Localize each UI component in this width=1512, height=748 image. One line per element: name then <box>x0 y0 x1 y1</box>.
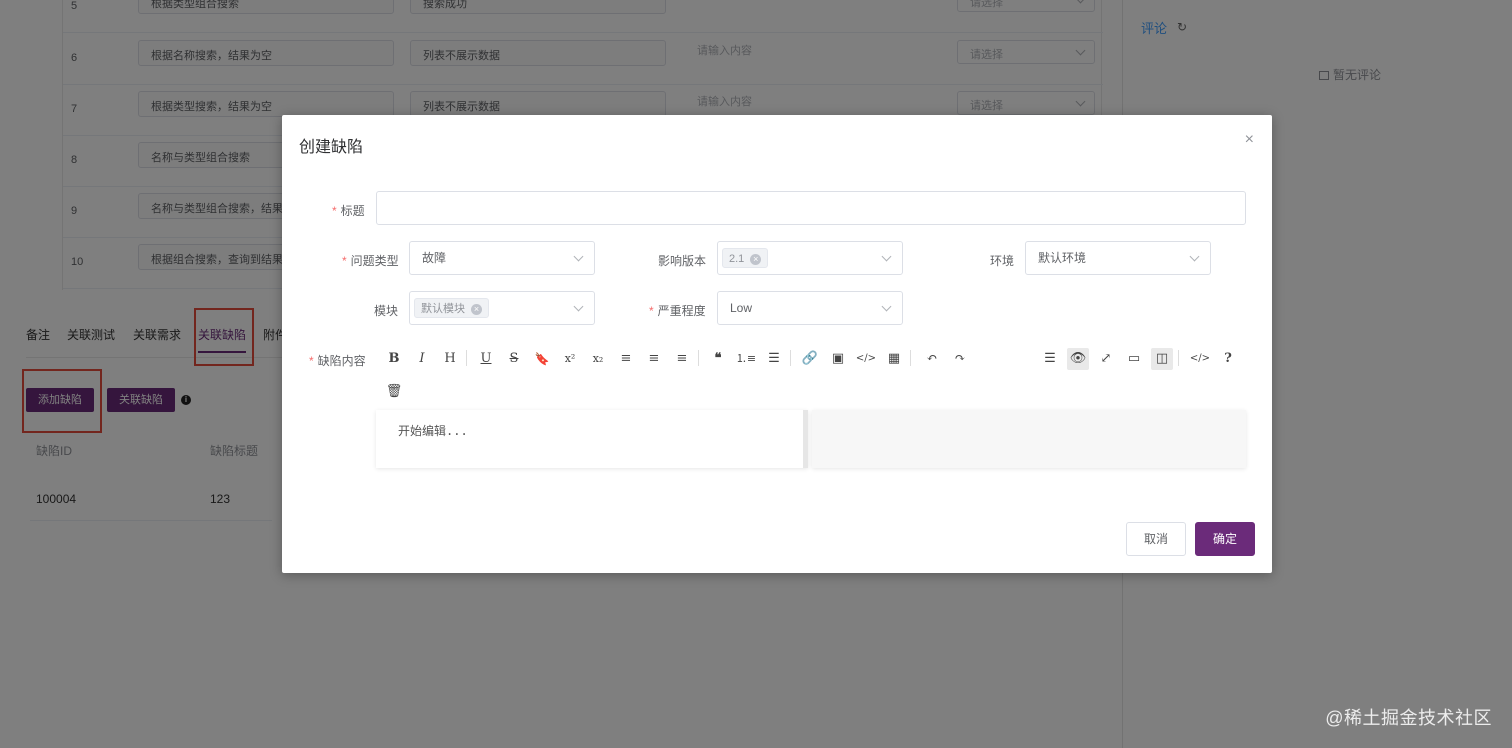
bold-icon[interactable]: B <box>383 348 405 370</box>
html-code-icon[interactable]: </> <box>1189 348 1211 370</box>
code-icon[interactable]: </> <box>855 348 877 370</box>
editor-textarea[interactable]: 开始编辑... <box>376 410 808 468</box>
toolbar-divider <box>910 350 911 366</box>
header-icon[interactable]: H <box>439 348 461 370</box>
ordered-list-icon[interactable]: ⒈≡ <box>735 348 757 370</box>
toolbar-divider <box>790 350 791 366</box>
toolbar-divider <box>1178 350 1179 366</box>
align-center-icon[interactable]: ≡ <box>643 348 665 370</box>
title-label: * 标题 <box>332 204 365 218</box>
cancel-button[interactable]: 取消 <box>1126 522 1186 556</box>
close-icon[interactable]: × <box>1245 131 1254 149</box>
tag-close-icon[interactable]: × <box>750 254 762 265</box>
version-tag: 2.1 × <box>722 248 769 268</box>
module-tag: 默认模块 × <box>414 298 489 318</box>
tag-close-icon[interactable]: × <box>471 304 482 315</box>
undo-icon[interactable]: ↶ <box>921 348 943 370</box>
align-left-icon[interactable]: ≡ <box>615 348 637 370</box>
toolbar-divider <box>466 350 467 366</box>
issue-type-label: * 问题类型 <box>342 254 399 268</box>
toolbar-divider <box>698 350 699 366</box>
read-mode-icon[interactable]: ▭ <box>1123 348 1145 370</box>
subscript-icon[interactable]: x₂ <box>587 348 609 370</box>
editor-toolbar: B I H U S 🔖 x² x₂ ≡ ≡ ≡ ❝ ⒈≡ ☰ 🔗 ▣ </> ▦… <box>376 342 1246 410</box>
help-icon[interactable]: ? <box>1217 348 1239 370</box>
module-label: 模块 <box>374 304 399 318</box>
confirm-button[interactable]: 确定 <box>1195 522 1255 556</box>
environment-label: 环境 <box>990 254 1015 268</box>
fullscreen-icon[interactable]: ⤢ <box>1095 348 1117 370</box>
title-input[interactable] <box>376 191 1246 225</box>
navigation-icon[interactable]: ☰ <box>1039 348 1061 370</box>
mark-icon[interactable]: 🔖 <box>531 348 553 370</box>
dialog-title: 创建缺陷 <box>299 139 364 156</box>
strikethrough-icon[interactable]: S <box>503 348 525 370</box>
trash-icon[interactable]: 🗑 <box>383 381 405 403</box>
italic-icon[interactable]: I <box>411 348 433 370</box>
link-icon[interactable]: 🔗 <box>799 348 821 370</box>
issue-type-select[interactable]: 故障 <box>409 241 595 275</box>
subfield-icon[interactable]: ◫ <box>1151 348 1173 370</box>
unordered-list-icon[interactable]: ☰ <box>763 348 785 370</box>
watermark: @稀土掘金技术社区 <box>1325 708 1492 728</box>
create-bug-dialog: 创建缺陷 × * 标题 * 问题类型 故障 影响版本 2.1 × 环境 默认环境 模块… <box>282 115 1272 573</box>
markdown-editor: B I H U S 🔖 x² x₂ ≡ ≡ ≡ ❝ ⒈≡ ☰ 🔗 ▣ </> ▦… <box>376 342 1246 468</box>
severity-label: * 严重程度 <box>649 304 706 318</box>
content-label: * 缺陷内容 <box>309 354 366 368</box>
quote-icon[interactable]: ❝ <box>707 348 729 370</box>
superscript-icon[interactable]: x² <box>559 348 581 370</box>
redo-icon[interactable]: ↷ <box>949 348 971 370</box>
module-select[interactable]: 默认模块 × <box>409 291 595 325</box>
version-select[interactable]: 2.1 × <box>717 241 903 275</box>
severity-select[interactable]: Low <box>717 291 903 325</box>
preview-icon[interactable]: 👁 <box>1067 348 1089 370</box>
underline-icon[interactable]: U <box>475 348 497 370</box>
table-icon[interactable]: ▦ <box>883 348 905 370</box>
editor-preview <box>812 410 1246 468</box>
environment-select[interactable]: 默认环境 <box>1025 241 1211 275</box>
version-label: 影响版本 <box>658 254 707 268</box>
align-right-icon[interactable]: ≡ <box>671 348 693 370</box>
image-icon[interactable]: ▣ <box>827 348 849 370</box>
